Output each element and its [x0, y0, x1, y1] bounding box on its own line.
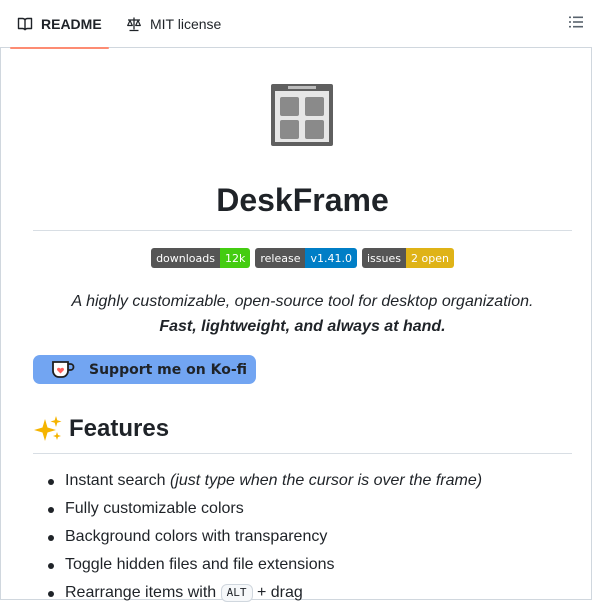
badge-label: issues [361, 248, 406, 268]
tab-bar: README MIT license [0, 0, 592, 49]
features-divider [33, 453, 572, 454]
scale-icon [126, 16, 142, 32]
list-item: Instant search (just type when the curso… [33, 470, 572, 498]
kofi-label: Support me on Ko-fi [89, 362, 248, 378]
badge-value: 12k [219, 248, 251, 268]
feature-text: Background colors with transparency [65, 528, 328, 545]
badge-value: v1.41.0 [305, 248, 357, 268]
list-item: Background colors with transparency [33, 526, 572, 554]
badge-label: release [255, 248, 306, 268]
kofi-cup-icon [51, 360, 75, 379]
tagline: A highly customizable, open-source tool … [71, 293, 534, 310]
feature-note: (just type when the cursor is over the f… [169, 472, 483, 489]
tab-readme[interactable]: README [10, 0, 109, 49]
tagline-bold: Fast, lightweight, and always at hand. [159, 318, 446, 335]
badge-row: downloads 12k release v1.41.0 issues 2 o… [33, 248, 572, 268]
page-title: DeskFrame [216, 182, 389, 218]
badge-label: downloads [151, 248, 220, 268]
tab-license[interactable]: MIT license [126, 0, 221, 48]
tab-readme-label: README [41, 16, 102, 32]
window-grid-icon [270, 83, 334, 147]
release-badge[interactable]: release v1.41.0 [255, 248, 357, 268]
feature-text: Rearrange items with [65, 584, 221, 601]
list-item: Toggle hidden files and file extensions [33, 554, 572, 582]
features-heading: Features [33, 415, 169, 443]
features-list: Instant search (just type when the curso… [33, 470, 572, 610]
downloads-badge[interactable]: downloads 12k [151, 248, 251, 268]
features-heading-text: Features [69, 415, 170, 442]
sparkles-icon [33, 415, 63, 443]
badge-value: 2 open [405, 248, 454, 268]
list-item: Rearrange items with ALT + drag [33, 582, 572, 610]
feature-text-after: + drag [252, 584, 303, 601]
feature-text: Instant search [65, 472, 170, 489]
feature-text: Toggle hidden files and file extensions [65, 556, 335, 573]
list-item: Fully customizable colors [33, 498, 572, 526]
title-divider [33, 230, 572, 231]
kofi-support-button[interactable]: Support me on Ko-fi [33, 355, 256, 384]
alt-key: ALT [220, 583, 253, 602]
tab-license-label: MIT license [150, 16, 222, 32]
book-icon [17, 16, 33, 32]
feature-text: Fully customizable colors [65, 500, 244, 517]
outline-button[interactable] [566, 14, 586, 34]
outline-list-icon [568, 14, 584, 35]
issues-badge[interactable]: issues 2 open [361, 248, 454, 268]
